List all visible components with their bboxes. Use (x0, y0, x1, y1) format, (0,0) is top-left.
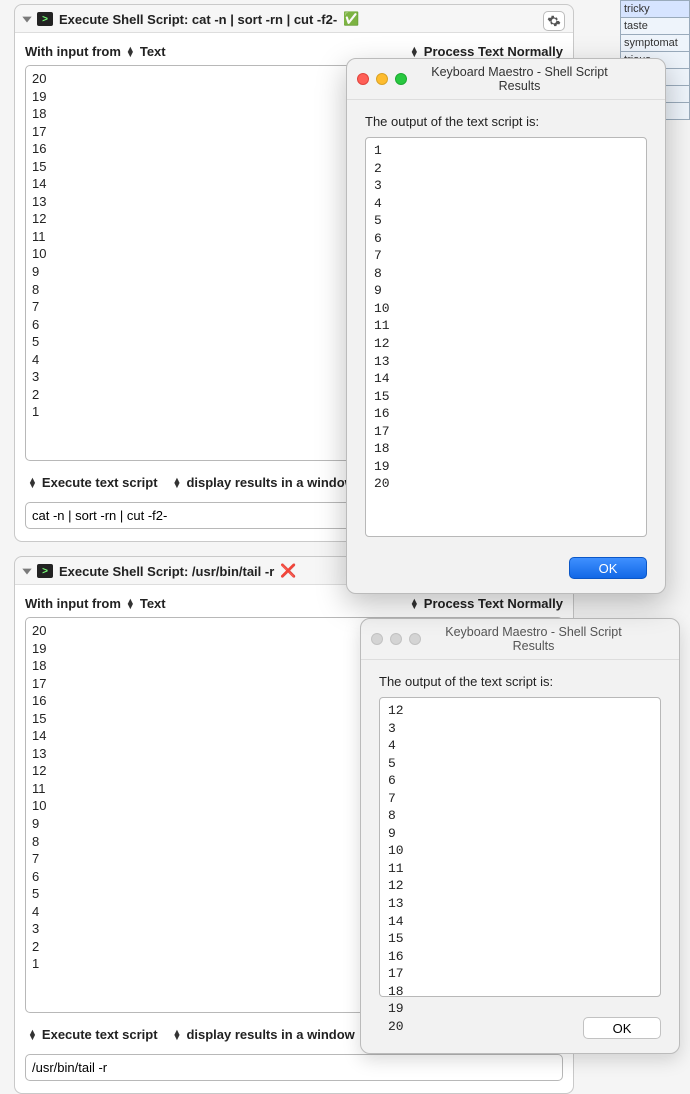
dialog-titlebar[interactable]: Keyboard Maestro - Shell Script Results (347, 59, 665, 100)
input-mode-select[interactable]: Text (140, 44, 166, 59)
updown-icon[interactable]: ▲▼ (126, 47, 135, 57)
panel-title: Execute Shell Script: /usr/bin/tail -r (59, 564, 274, 579)
results-dialog-1[interactable]: Keyboard Maestro - Shell Script Results … (346, 58, 666, 594)
execute-type-select[interactable]: Execute text script (42, 1027, 158, 1042)
dialog-output[interactable]: 12 3 4 5 6 7 8 9 10 11 12 13 14 15 16 17… (379, 697, 661, 997)
input-mode-row: With input from ▲▼ Text ▲▼ Process Text … (25, 593, 563, 617)
updown-icon[interactable]: ▲▼ (28, 478, 37, 488)
updown-icon[interactable]: ▲▼ (173, 478, 182, 488)
traffic-light-minimize-icon[interactable] (390, 633, 402, 645)
disclosure-triangle-icon[interactable] (20, 12, 34, 26)
traffic-light-close-icon[interactable] (371, 633, 383, 645)
traffic-light-zoom-icon[interactable] (395, 73, 407, 85)
gear-button[interactable] (543, 11, 565, 31)
with-input-from-label: With input from (25, 596, 121, 611)
input-mode-select[interactable]: Text (140, 596, 166, 611)
ok-button[interactable]: OK (569, 557, 647, 579)
dialog-body: The output of the text script is: 12 3 4… (361, 660, 679, 1011)
dialog-title: Keyboard Maestro - Shell Script Results (414, 65, 655, 93)
bg-item: taste (620, 18, 690, 35)
updown-icon[interactable]: ▲▼ (410, 599, 419, 609)
dialog-titlebar[interactable]: Keyboard Maestro - Shell Script Results (361, 619, 679, 660)
dialog-heading: The output of the text script is: (365, 114, 647, 129)
results-dialog-2[interactable]: Keyboard Maestro - Shell Script Results … (360, 618, 680, 1054)
terminal-icon (37, 12, 53, 26)
status-x-icon: ❌ (280, 563, 296, 579)
traffic-light-minimize-icon[interactable] (376, 73, 388, 85)
ok-button[interactable]: OK (583, 1017, 661, 1039)
bg-item: symptomat (620, 35, 690, 52)
display-mode-select[interactable]: display results in a window (186, 1027, 354, 1042)
panel-title: Execute Shell Script: cat -n | sort -rn … (59, 12, 337, 27)
updown-icon[interactable]: ▲▼ (173, 1030, 182, 1040)
bg-item: tricky (620, 0, 690, 18)
traffic-light-close-icon[interactable] (357, 73, 369, 85)
dialog-heading: The output of the text script is: (379, 674, 661, 689)
dialog-output[interactable]: 1 2 3 4 5 6 7 8 9 10 11 12 13 14 15 16 1… (365, 137, 647, 537)
updown-icon[interactable]: ▲▼ (126, 599, 135, 609)
status-check-icon: ✅ (343, 11, 359, 27)
with-input-from-label: With input from (25, 44, 121, 59)
updown-icon[interactable]: ▲▼ (28, 1030, 37, 1040)
dialog-title: Keyboard Maestro - Shell Script Results (428, 625, 669, 653)
terminal-icon (37, 564, 53, 578)
dialog-button-row: OK (347, 551, 665, 593)
process-mode-select[interactable]: Process Text Normally (424, 596, 563, 611)
script-input[interactable] (25, 1054, 563, 1081)
panel-header[interactable]: Execute Shell Script: cat -n | sort -rn … (15, 5, 573, 32)
traffic-light-zoom-icon[interactable] (409, 633, 421, 645)
disclosure-triangle-icon[interactable] (20, 564, 34, 578)
process-mode-select[interactable]: Process Text Normally (424, 44, 563, 59)
dialog-body: The output of the text script is: 1 2 3 … (347, 100, 665, 551)
dialog-button-row: OK (361, 1011, 679, 1053)
display-mode-select[interactable]: display results in a window (186, 475, 354, 490)
execute-type-select[interactable]: Execute text script (42, 475, 158, 490)
updown-icon[interactable]: ▲▼ (410, 47, 419, 57)
